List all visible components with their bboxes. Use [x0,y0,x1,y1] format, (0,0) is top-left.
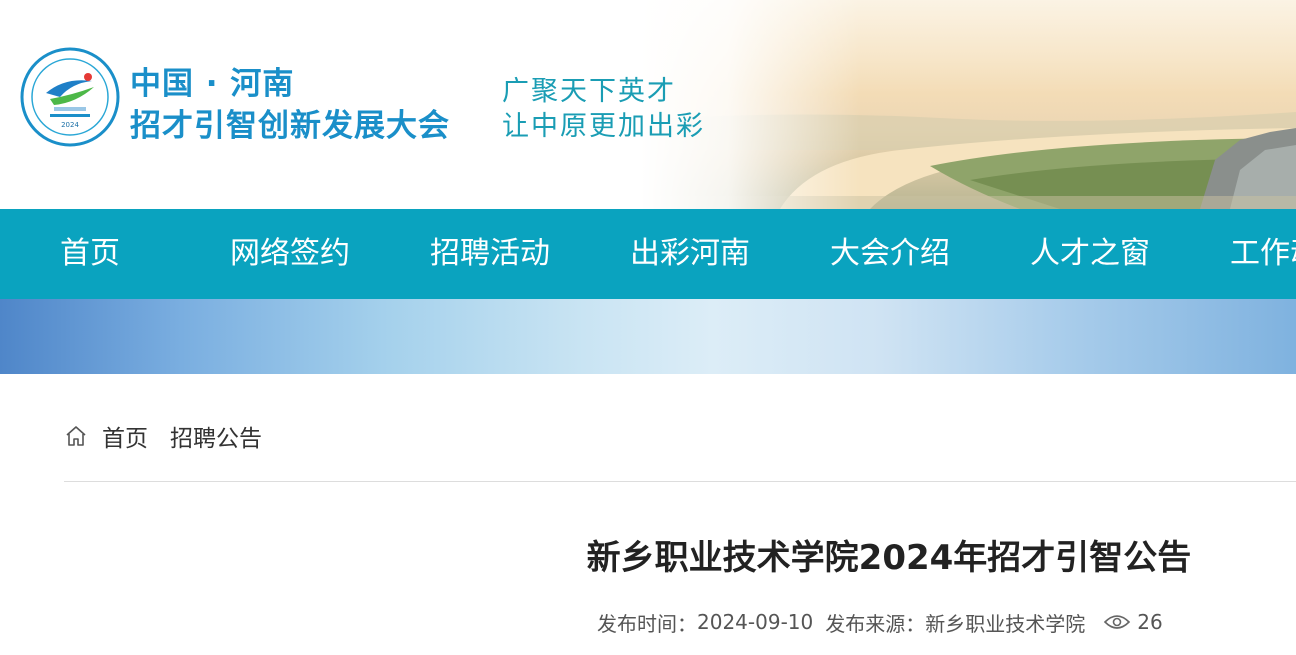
eye-icon [1104,615,1131,629]
publish-time-label: 发布时间： [597,611,697,636]
nav-item-online-signing[interactable]: 网络签约 [230,209,350,299]
nav-item-work-news[interactable]: 工作动态 [1230,209,1296,299]
logo-emblem[interactable]: 2024 [20,47,120,147]
nav-item-recruitment-events[interactable]: 招聘活动 [430,209,550,299]
logo-title-line1[interactable]: 中国 · 河南 [130,58,294,103]
slogan-line2: 让中原更加出彩 [502,111,705,142]
decorative-banner [0,299,1296,374]
main-nav: 首页 网络签约 招聘活动 出彩河南 大会介绍 人才之窗 工作动态 [0,209,1296,299]
article-meta: 发布时间： 2024-09-10 发布来源： 新乡职业技术学院 26 [597,608,1163,636]
breadcrumb-current[interactable]: 招聘公告 [170,419,262,453]
article-title: 新乡职业技术学院2024年招才引智公告 [586,538,1192,578]
nav-item-conference-intro[interactable]: 大会介绍 [830,209,950,299]
breadcrumb-home-link[interactable]: 首页 [102,419,148,453]
view-count: 26 [1137,610,1163,634]
site-header: 2024 中国 · 河南 招才引智创新发展大会 广聚天下英才 让中原更加出彩 [0,0,1296,209]
nav-item-henan[interactable]: 出彩河南 [630,209,750,299]
slogan-line1: 广聚天下英才 [502,76,676,107]
source-label: 发布来源： [825,611,926,636]
nav-item-talent-window[interactable]: 人才之窗 [1030,209,1150,299]
breadcrumb-divider [64,481,1296,482]
home-icon[interactable] [64,424,88,448]
logo-title-line2[interactable]: 招才引智创新发展大会 [130,100,450,145]
svg-text:2024: 2024 [61,121,79,129]
source: 新乡职业技术学院 [925,611,1086,636]
breadcrumb: 首页 招聘公告 [64,418,262,454]
nav-item-home[interactable]: 首页 [60,209,120,299]
publish-time: 2024-09-10 [697,610,814,634]
